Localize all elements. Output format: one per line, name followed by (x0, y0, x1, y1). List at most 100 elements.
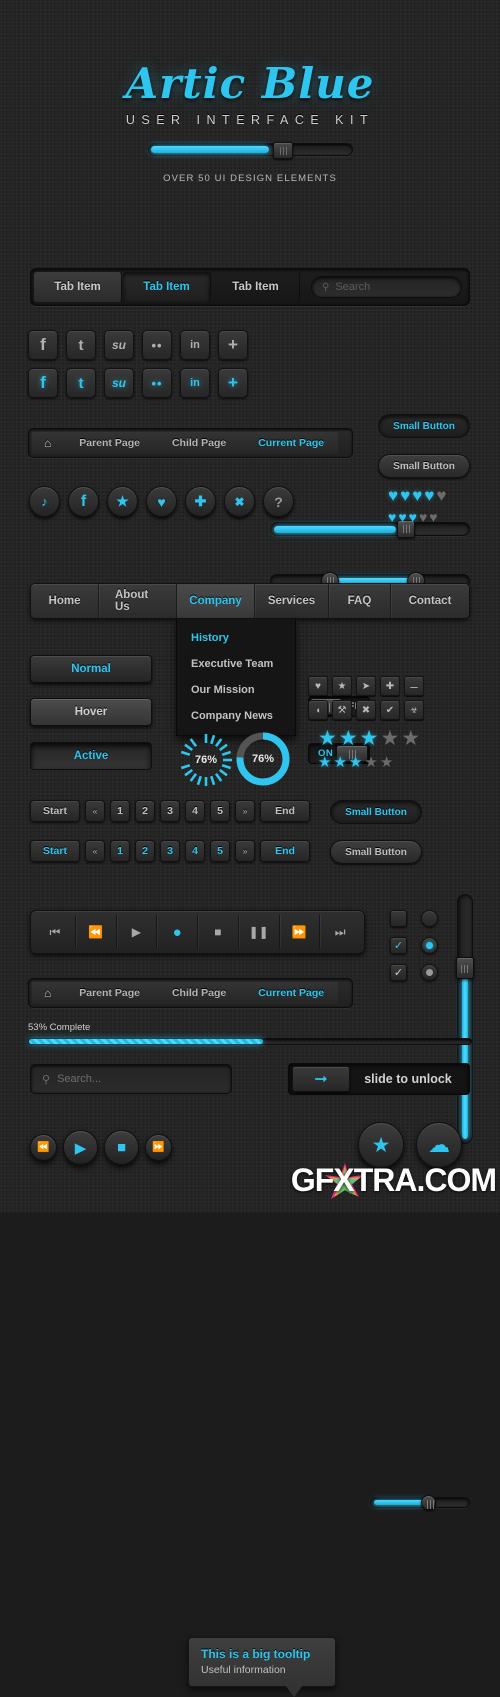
radio-selected[interactable] (421, 964, 438, 981)
small-button-4[interactable]: Small Button (330, 840, 422, 864)
grid-minus-icon[interactable]: – (404, 676, 424, 696)
nav-item-contact[interactable]: Contact (391, 584, 469, 618)
breadcrumb-item-parent[interactable]: Parent Page (61, 432, 154, 454)
nav-item-home[interactable]: Home (31, 584, 99, 618)
social-linkedin-gray[interactable]: in (180, 330, 210, 360)
player-stop-icon[interactable]: ■ (198, 915, 239, 949)
circle-help-question-icon[interactable]: ? (263, 486, 294, 517)
dropdown-item-our-mission[interactable]: Our Mission (177, 677, 295, 703)
small-button-2[interactable]: Small Button (378, 454, 470, 478)
breadcrumb-2-home-icon[interactable]: ⌂ (32, 982, 62, 1004)
media-fast-forward-icon[interactable]: ⏩ (145, 1134, 172, 1161)
social-linkedin-blue[interactable]: in (180, 368, 210, 398)
media-stop-icon[interactable]: ■ (104, 1130, 139, 1165)
tab-item-1[interactable]: Tab Item (34, 272, 122, 302)
pagination-blue-start[interactable]: Start (30, 840, 80, 862)
grid-check-icon[interactable]: ✔ (380, 700, 400, 720)
breadcrumb-2-item-parent[interactable]: Parent Page (61, 982, 154, 1004)
grid-plus-icon[interactable]: ✚ (380, 676, 400, 696)
slider-small-knob[interactable] (421, 1495, 436, 1511)
breadcrumb-item-current[interactable]: Current Page (240, 432, 339, 454)
pagination-blue-page-5[interactable]: 5 (210, 840, 230, 862)
pagination-blue-prev[interactable]: « (85, 840, 105, 862)
player-skip-forward-icon[interactable]: ⏭ (320, 915, 360, 949)
nav-item-company[interactable]: Company (177, 584, 255, 618)
pagination-page-5[interactable]: 5 (210, 800, 230, 822)
player-play-icon[interactable]: ▶ (117, 915, 158, 949)
button-hover[interactable]: Hover (30, 698, 152, 726)
pagination-blue-page-1[interactable]: 1 (110, 840, 130, 862)
social-stumbleupon-blue[interactable]: su (104, 368, 134, 398)
breadcrumb-home-icon[interactable]: ⌂ (32, 432, 62, 454)
circle-close-x-icon[interactable]: ✖ (224, 486, 255, 517)
radio-selected-accent[interactable] (421, 937, 438, 954)
circle-plus-icon[interactable]: ✚ (185, 486, 216, 517)
search-input[interactable]: ⚲ Search... (30, 1064, 232, 1094)
breadcrumb-2-item-child[interactable]: Child Page (153, 982, 241, 1004)
player-record-icon[interactable]: ● (157, 915, 198, 949)
pagination-page-4[interactable]: 4 (185, 800, 205, 822)
pagination-blue-next[interactable]: » (235, 840, 255, 862)
small-button-1[interactable]: Small Button (378, 414, 470, 438)
circle-heart-icon[interactable]: ♥ (146, 486, 177, 517)
grid-rss-icon[interactable]: ◖ (308, 700, 328, 720)
circle-star-icon[interactable]: ★ (107, 486, 138, 517)
arrow-right-icon[interactable]: ➞ (292, 1066, 350, 1092)
star-rating-small[interactable]: ★ ★ ★ ★ ★ (318, 755, 393, 770)
breadcrumb-2-item-current[interactable]: Current Page (240, 982, 339, 1004)
social-plus-blue[interactable]: + (218, 368, 248, 398)
nav-item-faq[interactable]: FAQ (329, 584, 391, 618)
nav-item-about-us[interactable]: About Us (99, 584, 177, 618)
heart-rating-row-2[interactable]: ♥ ♥ ♥ ♥ ♥ (388, 510, 438, 524)
heart-rating-row-1[interactable]: ♥ ♥ ♥ ♥ ♥ (388, 487, 446, 504)
player-skip-back-icon[interactable]: ⏮ (35, 915, 76, 949)
radio-unselected[interactable] (421, 910, 438, 927)
checkbox-checked-accent[interactable]: ✓ (390, 937, 407, 954)
pagination-next[interactable]: » (235, 800, 255, 822)
pagination-blue-end[interactable]: End (260, 840, 310, 862)
media-rewind-icon[interactable]: ⏪ (30, 1134, 57, 1161)
grid-wrench-icon[interactable]: ⚒ (332, 700, 352, 720)
grid-star-icon[interactable]: ★ (332, 676, 352, 696)
social-stumbleupon-gray[interactable]: su (104, 330, 134, 360)
social-flickr-blue[interactable]: •• (142, 368, 172, 398)
breadcrumb-item-child[interactable]: Child Page (153, 432, 241, 454)
checkbox-unchecked[interactable] (390, 910, 407, 927)
tab-item-3[interactable]: Tab Item (212, 272, 300, 302)
social-twitter-blue[interactable]: t (66, 368, 96, 398)
pagination-blue-page-4[interactable]: 4 (185, 840, 205, 862)
pagination-blue-page-2[interactable]: 2 (135, 840, 155, 862)
pagination-end[interactable]: End (260, 800, 310, 822)
slider-single[interactable] (270, 520, 470, 539)
header-slider-knob[interactable] (272, 142, 293, 160)
grid-close-x-icon[interactable]: ✖ (356, 700, 376, 720)
pagination-page-2[interactable]: 2 (135, 800, 155, 822)
star-rating-large[interactable]: ★ ★ ★ ★ ★ (318, 728, 420, 749)
button-active[interactable]: Active (30, 742, 152, 770)
dropdown-item-executive-team[interactable]: Executive Team (177, 651, 295, 677)
small-button-3[interactable]: Small Button (330, 800, 422, 824)
player-fast-forward-icon[interactable]: ⏩ (280, 915, 321, 949)
social-flickr-gray[interactable]: •• (142, 330, 172, 360)
nav-item-services[interactable]: Services (255, 584, 329, 618)
circle-facebook-icon[interactable]: f (68, 486, 99, 517)
pagination-prev[interactable]: « (85, 800, 105, 822)
vertical-slider-knob[interactable] (456, 957, 474, 980)
grid-trash-icon[interactable]: ☣ (404, 700, 424, 720)
grid-tag-icon[interactable]: ➤ (356, 676, 376, 696)
pagination-start[interactable]: Start (30, 800, 80, 822)
media-play-icon[interactable]: ▶ (63, 1130, 98, 1165)
vertical-slider[interactable] (456, 894, 474, 1145)
pagination-page-1[interactable]: 1 (110, 800, 130, 822)
dropdown-item-history[interactable]: History (177, 625, 295, 651)
button-normal[interactable]: Normal (30, 655, 152, 683)
checkbox-checked[interactable]: ✓ (390, 964, 407, 981)
circle-twitter-bird-icon[interactable]: ♪ (29, 486, 60, 517)
tab-item-2[interactable]: Tab Item (123, 272, 211, 302)
grid-heart-icon[interactable]: ♥ (308, 676, 328, 696)
pagination-blue-page-3[interactable]: 3 (160, 840, 180, 862)
player-rewind-icon[interactable]: ⏪ (76, 915, 117, 949)
player-pause-icon[interactable]: ❚❚ (239, 915, 280, 949)
slider-small[interactable] (370, 1495, 470, 1511)
dropdown-item-company-news[interactable]: Company News (177, 703, 295, 729)
